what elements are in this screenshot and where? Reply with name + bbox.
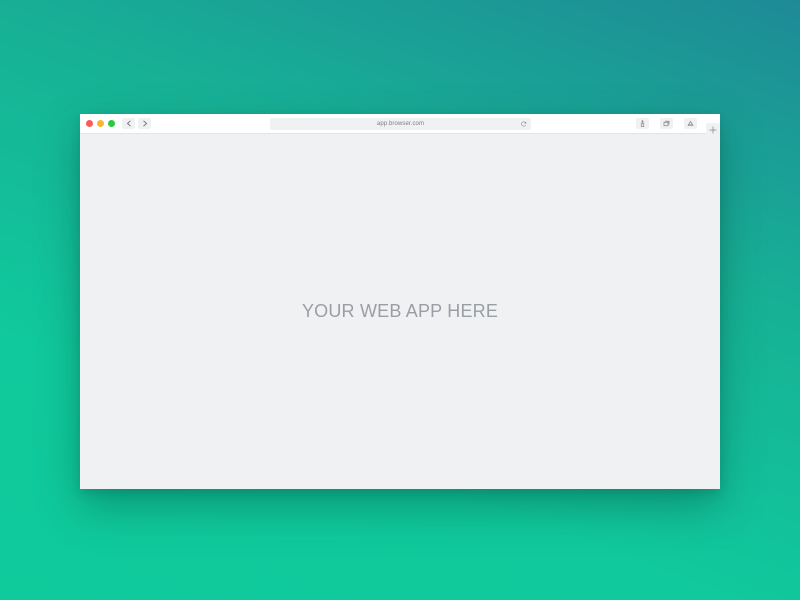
close-window-button[interactable] <box>86 120 93 127</box>
cloud-icon <box>687 120 694 126</box>
browser-toolbar: app.browser.com <box>80 114 720 134</box>
show-tabs-button[interactable] <box>660 118 673 129</box>
tabs-icon <box>663 120 670 127</box>
cloud-button[interactable] <box>684 118 697 129</box>
back-button[interactable] <box>122 118 135 129</box>
maximize-window-button[interactable] <box>108 120 115 127</box>
browser-window: app.browser.com YOUR WEB APP HERE <box>80 114 720 489</box>
forward-button[interactable] <box>138 118 151 129</box>
minimize-window-button[interactable] <box>97 120 104 127</box>
share-button[interactable] <box>636 118 649 129</box>
chevron-left-icon <box>126 120 131 127</box>
reload-icon[interactable] <box>521 121 527 127</box>
share-icon <box>640 120 645 127</box>
address-bar[interactable]: app.browser.com <box>270 118 531 130</box>
plus-icon <box>709 126 717 134</box>
web-content-area[interactable]: YOUR WEB APP HERE <box>80 134 720 489</box>
chevron-right-icon <box>142 120 147 127</box>
url-text: app.browser.com <box>376 121 425 127</box>
content-placeholder-text: YOUR WEB APP HERE <box>301 301 499 321</box>
